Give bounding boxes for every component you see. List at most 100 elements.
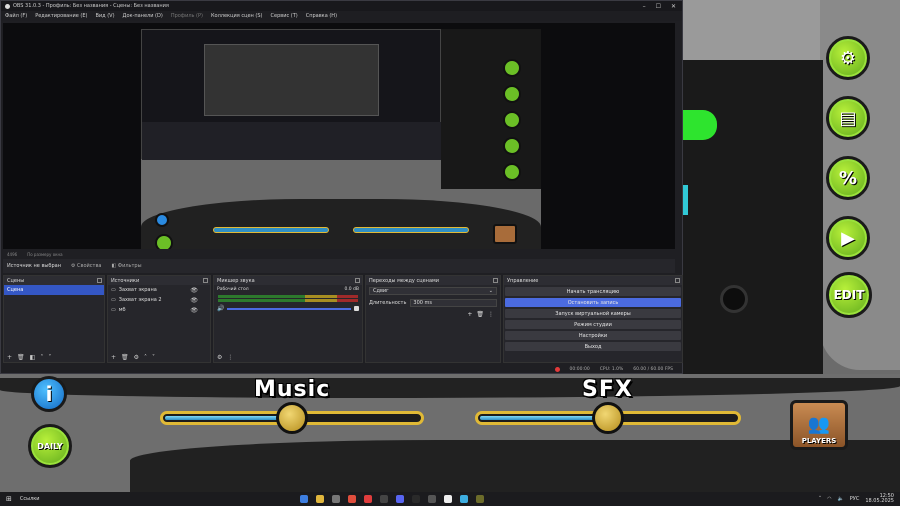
- mixer-toolbar: ⚙ ⋮: [214, 352, 362, 362]
- undock-icon[interactable]: [97, 278, 102, 283]
- play-button[interactable]: ▶: [826, 216, 870, 260]
- scene-filters-icon[interactable]: ◧: [30, 354, 36, 361]
- menu-bar: Файл (F) Редактирование (E) Вид (V) Док-…: [1, 11, 682, 21]
- nested-docks: [142, 122, 442, 160]
- wifi-icon[interactable]: ◠: [827, 496, 831, 502]
- app-icon[interactable]: [331, 495, 340, 503]
- daily-button[interactable]: DAILY: [28, 424, 72, 468]
- tray-chevron-icon[interactable]: ˄: [819, 496, 822, 502]
- discord-icon[interactable]: [395, 495, 404, 503]
- menu-file[interactable]: Файл (F): [5, 13, 27, 19]
- undock-icon[interactable]: [493, 278, 498, 283]
- music-slider-knob[interactable]: [276, 402, 308, 434]
- preview-canvas[interactable]: [3, 23, 675, 249]
- quests-button[interactable]: ▤: [826, 96, 870, 140]
- app-icon[interactable]: [379, 495, 388, 503]
- edit-button[interactable]: EDIT: [826, 272, 872, 318]
- source-settings-icon[interactable]: ⚙: [134, 354, 139, 361]
- mixer-title: Микшер звука: [217, 277, 255, 284]
- geometry-dash-icon[interactable]: [475, 495, 484, 503]
- studio-mode-button[interactable]: Режим студии: [505, 320, 681, 329]
- volume-icon[interactable]: 🔈: [838, 496, 844, 502]
- undock-icon[interactable]: [203, 278, 208, 283]
- source-item[interactable]: ▭ мб 👁: [108, 305, 210, 315]
- sfx-slider-knob[interactable]: [592, 402, 624, 434]
- garage-button[interactable]: ⚙: [826, 36, 870, 80]
- add-source-icon[interactable]: +: [111, 354, 116, 361]
- source-status: Источник не выбран: [7, 263, 61, 269]
- stats-button[interactable]: %: [826, 156, 870, 200]
- mixer-volume-slider[interactable]: [227, 307, 351, 310]
- start-menu-icon[interactable]: ⊞: [6, 495, 12, 503]
- nested-game-pillar: [441, 29, 541, 189]
- start-virtual-camera-button[interactable]: Запуск виртуальной камеры: [505, 309, 681, 318]
- menu-scene-collection[interactable]: Коллекция сцен (S): [211, 13, 263, 19]
- clock[interactable]: 12:50 18.05.2025: [865, 494, 894, 504]
- menu-view[interactable]: Вид (V): [95, 13, 114, 19]
- edge-icon[interactable]: [299, 495, 308, 503]
- preview-zoom-select[interactable]: По размеру окна: [27, 252, 62, 257]
- undock-icon[interactable]: [675, 278, 680, 283]
- transition-menu-icon[interactable]: ⋮: [488, 311, 494, 318]
- menu-help[interactable]: Справка (H): [306, 13, 337, 19]
- mixer-menu-icon[interactable]: ⋮: [227, 354, 233, 361]
- taskbar: ⊞ Ссылки ˄ ◠ 🔈 РУС 12:50 18.05.2025: [0, 492, 900, 506]
- exit-button[interactable]: Выход: [505, 342, 681, 351]
- move-down-icon[interactable]: ˅: [48, 354, 51, 361]
- music-label: Music: [254, 377, 331, 402]
- menu-docks[interactable]: Док-панели (D): [123, 13, 163, 19]
- filters-button[interactable]: ◧ Фильтры: [111, 263, 141, 269]
- search-box[interactable]: Ссылки: [20, 496, 40, 502]
- close-icon[interactable]: ✕: [671, 3, 676, 10]
- menu-profile[interactable]: Профиль (P): [171, 13, 203, 19]
- add-scene-icon[interactable]: +: [7, 354, 12, 361]
- app-icon[interactable]: [427, 495, 436, 503]
- move-up-icon[interactable]: ˄: [40, 354, 43, 361]
- move-up-icon[interactable]: ˄: [144, 354, 147, 361]
- transition-duration-input[interactable]: 300 ms: [410, 299, 497, 307]
- start-streaming-button[interactable]: Начать трансляцию: [505, 287, 681, 296]
- players-button[interactable]: 👥 PLAYERS: [790, 400, 848, 450]
- telegram-icon[interactable]: [459, 495, 468, 503]
- add-transition-icon[interactable]: +: [467, 311, 472, 318]
- maximize-icon[interactable]: ☐: [656, 3, 661, 10]
- remove-scene-icon[interactable]: 🗑: [17, 354, 25, 361]
- menu-edit[interactable]: Редактирование (E): [35, 13, 87, 19]
- source-item-label: мб: [118, 307, 126, 313]
- menu-tools[interactable]: Сервис (T): [271, 13, 298, 19]
- source-item[interactable]: ▭ Захват экрана 👁: [108, 285, 210, 295]
- visibility-eye-icon[interactable]: 👁: [190, 297, 198, 304]
- speaker-icon[interactable]: 🔊: [217, 305, 224, 312]
- app-icon[interactable]: [443, 495, 452, 503]
- minimize-icon[interactable]: –: [643, 3, 646, 10]
- move-down-icon[interactable]: ˅: [152, 354, 155, 361]
- transition-type-select[interactable]: Сдвиг ⌄: [369, 287, 497, 295]
- properties-button[interactable]: ⚙ Свойства: [71, 263, 102, 269]
- controls-dock-header: Управление: [504, 276, 682, 285]
- scene-item-label: Сцена: [7, 287, 24, 293]
- visibility-eye-icon[interactable]: 👁: [190, 287, 198, 294]
- info-button[interactable]: i: [31, 376, 67, 412]
- file-explorer-icon[interactable]: [315, 495, 324, 503]
- remove-source-icon[interactable]: 🗑: [121, 354, 129, 361]
- obs-icon[interactable]: [411, 495, 420, 503]
- opera-icon[interactable]: [363, 495, 372, 503]
- keyboard-language[interactable]: РУС: [850, 496, 860, 502]
- settings-button[interactable]: Настройки: [505, 331, 681, 340]
- undock-icon[interactable]: [355, 278, 360, 283]
- source-item[interactable]: ▭ Захват экрана 2 👁: [108, 295, 210, 305]
- sfx-label: SFX: [582, 377, 633, 402]
- mixer-volume-knob[interactable]: [354, 306, 359, 311]
- transition-duration-label: Длительность: [369, 300, 407, 306]
- visibility-eye-icon[interactable]: 👁: [190, 307, 198, 314]
- cyan-strip: [683, 185, 688, 215]
- mixer-channel-row: Рабочий стол 0.0 dB: [214, 285, 362, 294]
- mixer-settings-icon[interactable]: ⚙: [217, 354, 222, 361]
- bg-pillar: [683, 60, 823, 380]
- stop-recording-button[interactable]: Остановить запись: [505, 298, 681, 307]
- scene-item[interactable]: Сцена: [4, 285, 104, 295]
- remove-transition-icon[interactable]: 🗑: [476, 311, 484, 318]
- cpu-usage: CPU: 1.0%: [599, 366, 624, 372]
- transition-type-value: Сдвиг: [373, 288, 389, 294]
- yandex-icon[interactable]: [347, 495, 356, 503]
